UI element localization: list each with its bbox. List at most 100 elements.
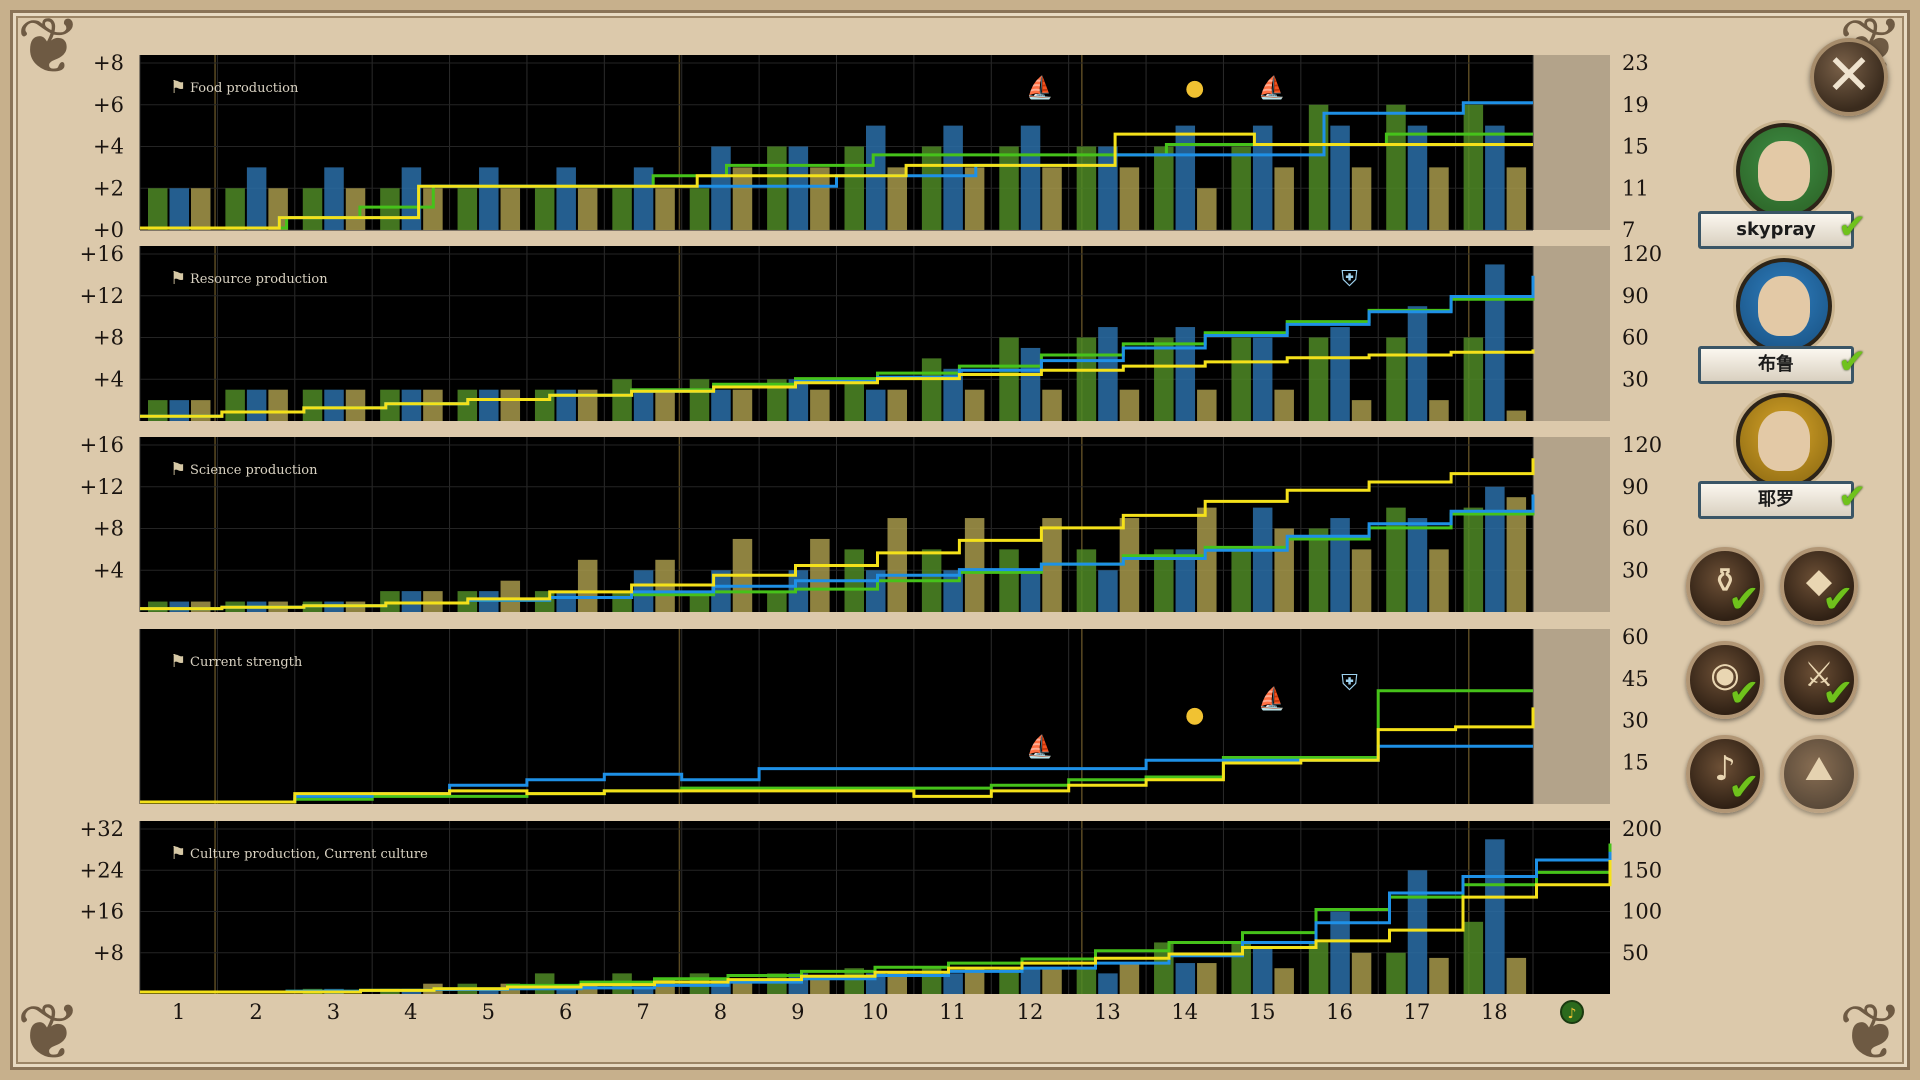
bar [612,379,632,421]
y2-tick-label: 60 [1622,326,1649,350]
filter-button-strength[interactable]: ⚔ ✔ [1780,641,1858,719]
bar [1119,167,1140,230]
bar [302,389,323,421]
blue-ship-icon: ⛵ [1258,686,1285,712]
bar [268,389,288,421]
bar [1274,167,1294,230]
bar [190,400,211,421]
y2-tick-label: 23 [1622,51,1649,75]
bar [1506,410,1527,421]
bar [225,188,245,230]
bar [921,358,942,421]
chart-title: Current strength [190,655,303,670]
y2-tick-label: 45 [1622,667,1649,691]
bar [1351,400,1372,421]
bar [1485,125,1505,230]
bar [844,379,864,421]
bar [500,580,521,612]
bar [633,389,654,421]
filter-button-culture[interactable]: ♪ ✔ [1686,735,1764,813]
bar [1386,952,1406,994]
bar [169,400,189,421]
bar [1386,104,1406,230]
filter-button-resource[interactable]: ◆ ✔ [1780,547,1858,625]
bar [732,389,753,421]
bar [1274,389,1294,421]
bar [1076,968,1097,994]
bar [1274,528,1294,612]
bar [1231,549,1251,612]
bar [1308,942,1329,994]
blue-ship-icon: ⛵ [1258,75,1285,101]
y-tick-label: +8 [93,941,124,965]
turn-label: 13 [1094,1000,1121,1024]
bar [964,389,985,421]
bar [1274,968,1294,994]
filter-button-wonder[interactable]: ⛰ [1780,735,1858,813]
checkmark-icon: ✔ [1728,577,1760,621]
filter-button-food[interactable]: ⚱ ✔ [1686,547,1764,625]
bar [1351,549,1372,612]
bar [689,379,710,421]
filter-button-science[interactable]: ◉ ✔ [1686,641,1764,719]
turn-label: 1 [172,1000,185,1024]
chart-title: Culture production, Current culture [190,847,428,862]
bar [169,601,189,612]
bar [1154,146,1174,230]
future-turns-area [1533,437,1610,612]
y-tick-label: +16 [80,433,124,457]
bar [964,518,985,612]
player-card[interactable]: 耶罗 ✔ [1690,393,1867,523]
y2-tick-label: 15 [1622,750,1649,774]
checkmark-icon: ✔ [1728,765,1760,809]
bar [1076,146,1097,230]
avatar [1758,141,1810,201]
bar [1175,125,1196,230]
bar [1175,963,1196,994]
bar [1076,337,1097,421]
bar [1407,518,1428,612]
player-portrait [1736,258,1832,354]
y-tick-label: +6 [93,93,124,117]
bar [1308,528,1329,612]
player-card[interactable]: 布鲁 ✔ [1690,258,1867,388]
bar [1119,389,1140,421]
bar [810,389,830,421]
y2-tick-label: 11 [1622,176,1649,200]
bar [788,146,809,230]
bar [1485,486,1505,612]
shield-icon: ⛨ [1341,267,1358,292]
bar [1386,337,1406,421]
y2-tick-label: 90 [1622,284,1649,308]
bar [1308,337,1329,421]
ship-icon: ⛵ [1026,75,1053,101]
turn-label: 16 [1326,1000,1353,1024]
lyre-icon: ♪ [1568,1006,1577,1022]
bar [534,973,555,994]
bar [1020,968,1041,994]
bar [1197,188,1217,230]
bar [887,518,907,612]
player-card[interactable]: skypray ✔ [1690,123,1867,253]
future-turns-area [1533,246,1610,421]
bar [500,389,521,421]
bar [1463,921,1484,994]
y2-tick-label: 200 [1622,817,1662,841]
bar [1154,337,1174,421]
bar [1330,125,1350,230]
turn-label: 7 [636,1000,649,1024]
bar [689,973,710,994]
bar [500,188,521,230]
bar [655,389,675,421]
bar [767,146,787,230]
y2-tick-label: 30 [1622,367,1649,391]
y2-tick-label: 100 [1622,900,1662,924]
bar [655,188,675,230]
y-tick-label: +8 [93,51,124,75]
close-button[interactable]: ✕ [1810,38,1888,116]
bar [711,389,731,421]
y-tick-label: +32 [80,817,124,841]
y-tick-label: +4 [93,367,124,391]
checkmark-icon: ✔ [1838,477,1867,517]
bar [423,389,443,421]
